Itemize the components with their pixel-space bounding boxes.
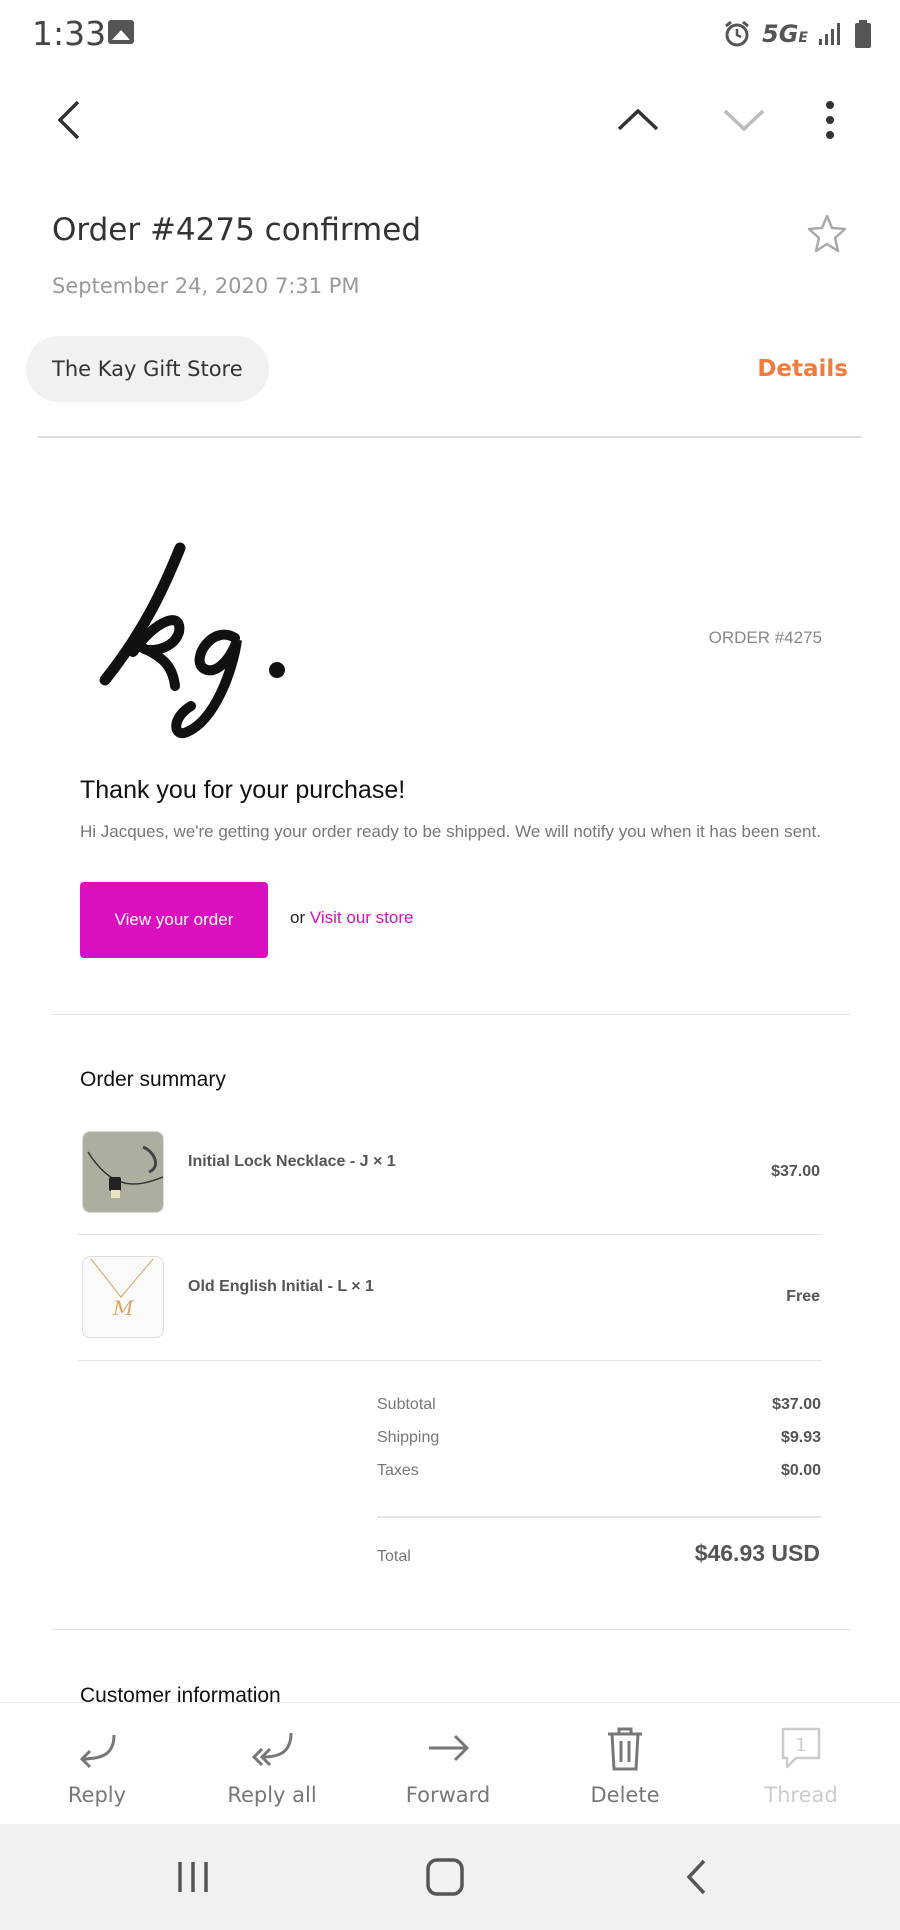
- signal-icon: [819, 23, 840, 45]
- battery-icon: [855, 20, 871, 48]
- pendant-image: M: [90, 1258, 154, 1320]
- forward-button[interactable]: Forward: [378, 1703, 518, 1825]
- line-item[interactable]: M Old English Initial - L × 1 Free: [80, 1256, 822, 1380]
- initial-pendant-photo: M: [82, 1256, 164, 1338]
- home-button[interactable]: [415, 1852, 475, 1902]
- email-action-bar: Reply Reply all Forward Delete 1 Thread: [0, 1702, 900, 1824]
- image-notification-icon: [108, 20, 134, 44]
- thread-label: Thread: [764, 1783, 838, 1807]
- reply-all-button[interactable]: Reply all: [202, 1703, 342, 1825]
- taxes-row: Taxes $0.00: [377, 1462, 821, 1486]
- system-back-icon: [686, 1859, 706, 1895]
- status-bar: 1:33 5GE: [0, 0, 900, 70]
- or-text: or: [290, 908, 310, 927]
- trash-icon: [608, 1727, 642, 1771]
- alarm-icon: [725, 20, 749, 47]
- taxes-value: $0.00: [780, 1462, 821, 1479]
- total-value: $46.93 USD: [694, 1540, 820, 1566]
- shipping-value: $9.93: [780, 1429, 821, 1446]
- more-vertical-icon: [826, 101, 834, 139]
- chevron-down-icon: [723, 109, 765, 132]
- shipping-row: Shipping $9.93: [377, 1429, 821, 1453]
- view-order-button[interactable]: View your order: [80, 882, 268, 958]
- delete-button[interactable]: Delete: [555, 1703, 695, 1825]
- status-time: 1:33: [32, 14, 107, 53]
- forward-icon: [429, 1734, 470, 1762]
- details-link[interactable]: Details: [757, 356, 848, 382]
- necklace-photo: [82, 1131, 164, 1213]
- visit-store-link[interactable]: Visit our store: [310, 908, 414, 927]
- thank-you-heading: Thank you for your purchase!: [80, 776, 406, 804]
- recent-apps-icon: [178, 1862, 208, 1892]
- taxes-label: Taxes: [377, 1462, 419, 1479]
- shipping-label: Shipping: [377, 1429, 440, 1446]
- order-summary-title: Order summary: [80, 1068, 226, 1091]
- delete-label: Delete: [590, 1783, 660, 1807]
- reply-button[interactable]: Reply: [27, 1703, 167, 1825]
- email-subject: Order #4275 confirmed: [52, 212, 422, 248]
- subtotal-label: Subtotal: [377, 1396, 436, 1413]
- email-toolbar: [0, 80, 900, 160]
- item-price: Free: [786, 1288, 820, 1305]
- reply-all-icon: [251, 1732, 293, 1767]
- store-logo: [99, 542, 285, 738]
- previous-email-button[interactable]: [603, 80, 673, 160]
- order-number: ORDER #4275: [708, 628, 822, 647]
- recent-apps-button[interactable]: [163, 1852, 223, 1902]
- sender-chip[interactable]: The Kay Gift Store: [26, 336, 269, 402]
- thread-badge: 1: [795, 1735, 806, 1756]
- totals-divider: [377, 1516, 821, 1518]
- email-date: September 24, 2020 7:31 PM: [52, 274, 360, 298]
- reply-icon: [79, 1734, 116, 1769]
- forward-label: Forward: [405, 1783, 491, 1807]
- item-price: $37.00: [771, 1163, 820, 1180]
- intro-text: Hi Jacques, we're getting your order rea…: [80, 822, 821, 841]
- reply-label: Reply: [67, 1783, 127, 1807]
- system-nav-bar: [0, 1824, 900, 1930]
- section-divider: [52, 1014, 850, 1015]
- status-icons: 5GE: [722, 16, 872, 52]
- network-indicator: 5GE: [762, 20, 808, 48]
- subtotal-row: Subtotal $37.00: [377, 1396, 821, 1420]
- thread-icon: 1: [781, 1727, 821, 1769]
- next-email-button[interactable]: [709, 80, 779, 160]
- star-icon: [807, 214, 847, 253]
- item-name: Initial Lock Necklace - J × 1: [188, 1153, 396, 1170]
- more-options-button[interactable]: [795, 80, 865, 160]
- item-name: Old English Initial - L × 1: [188, 1278, 374, 1295]
- thread-button[interactable]: 1 Thread: [731, 1703, 871, 1825]
- total-label: Total: [377, 1548, 411, 1565]
- chevron-up-icon: [617, 108, 659, 131]
- item-divider: [78, 1234, 822, 1235]
- visit-store-line: or Visit our store: [290, 908, 413, 928]
- section-divider: [52, 1629, 850, 1630]
- line-item[interactable]: Initial Lock Necklace - J × 1 $37.00: [80, 1131, 822, 1255]
- header-divider: [38, 436, 862, 438]
- star-button[interactable]: [805, 212, 855, 262]
- home-icon: [426, 1858, 464, 1896]
- back-button[interactable]: [34, 80, 104, 160]
- system-back-button[interactable]: [666, 1852, 726, 1902]
- svg-text:M: M: [112, 1296, 134, 1320]
- necklace-image: [83, 1132, 163, 1212]
- item-divider: [78, 1360, 822, 1361]
- subtotal-value: $37.00: [772, 1396, 821, 1413]
- back-arrow-icon: [57, 100, 80, 140]
- reply-all-label: Reply all: [227, 1783, 317, 1807]
